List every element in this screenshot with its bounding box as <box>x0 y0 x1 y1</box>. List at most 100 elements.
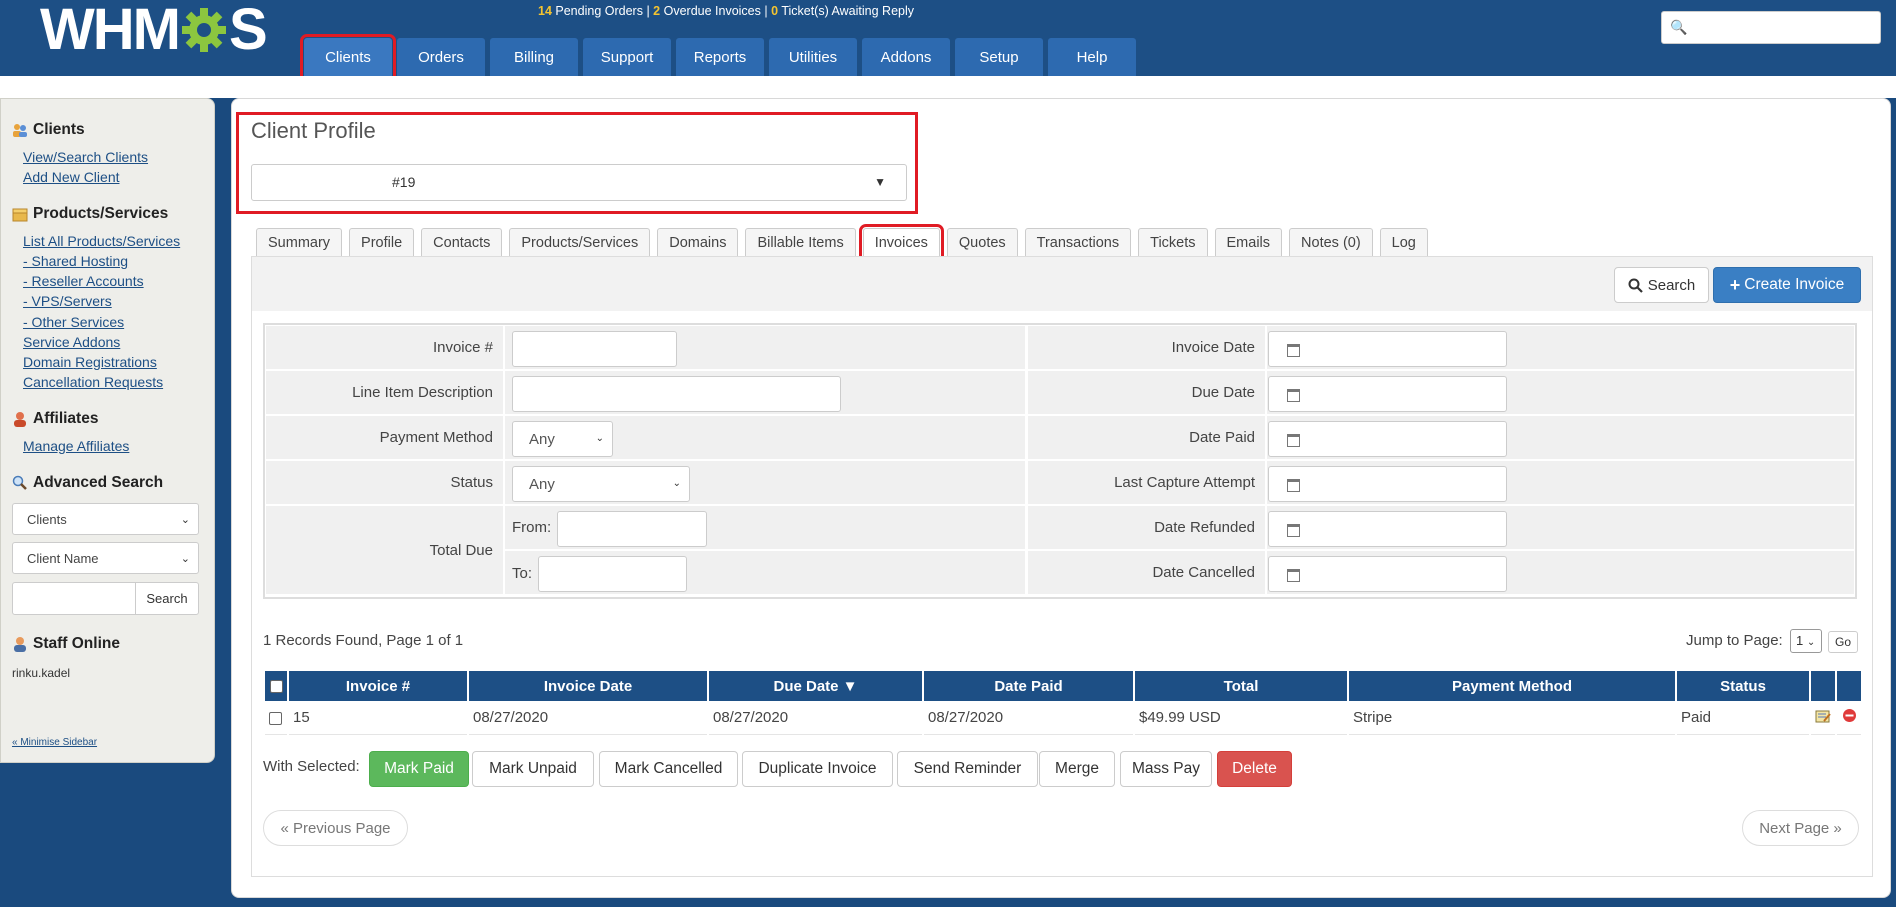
date-paid-input[interactable] <box>1268 421 1507 457</box>
line-item-input[interactable] <box>512 376 841 412</box>
date-paid-label: Date Paid <box>1028 416 1265 459</box>
sidebar-link-cancellation-requests[interactable]: Cancellation Requests <box>23 374 163 390</box>
advanced-search-input[interactable] <box>12 582 136 615</box>
edit-icon[interactable] <box>1815 709 1831 723</box>
last-capture-input[interactable] <box>1268 466 1507 502</box>
invoice-number-input[interactable] <box>512 331 677 367</box>
nav-reports[interactable]: Reports <box>676 38 764 76</box>
advanced-search-button[interactable]: Search <box>135 582 199 615</box>
row-checkbox[interactable] <box>269 711 282 725</box>
header-invoice-number[interactable]: Invoice # <box>289 671 467 701</box>
tickets-count[interactable]: 0 <box>771 4 778 18</box>
mass-pay-button[interactable]: Mass Pay <box>1120 751 1212 787</box>
next-page-button[interactable]: Next Page » <box>1742 810 1859 846</box>
header-date-paid[interactable]: Date Paid <box>924 671 1133 701</box>
nav-setup[interactable]: Setup <box>955 38 1043 76</box>
date-refunded-input[interactable] <box>1268 511 1507 547</box>
nav-clients[interactable]: Clients <box>300 34 396 80</box>
nav-support[interactable]: Support <box>583 38 671 76</box>
sidebar-heading-clients: Clients <box>11 121 85 139</box>
jump-page-select[interactable]: 1 ⌄ <box>1790 629 1822 653</box>
date-cancelled-input[interactable] <box>1268 556 1507 592</box>
select-all-checkbox[interactable] <box>269 680 283 694</box>
last-capture-label: Last Capture Attempt <box>1028 461 1265 504</box>
advanced-search-heading-text: Advanced Search <box>33 474 164 491</box>
send-reminder-button[interactable]: Send Reminder <box>897 751 1038 787</box>
advanced-search-type-select[interactable]: Clients ⌄ <box>12 503 199 535</box>
products-heading-text: Products/Services <box>33 205 169 222</box>
sidebar-link-vps-servers[interactable]: - VPS/Servers <box>23 293 112 309</box>
sidebar-link-all-products[interactable]: List All Products/Services <box>23 233 180 249</box>
tab-tickets[interactable]: Tickets <box>1138 228 1208 256</box>
header-payment-method[interactable]: Payment Method <box>1349 671 1675 701</box>
global-search-input[interactable]: 🔍 <box>1661 11 1881 44</box>
header-status[interactable]: Status <box>1677 671 1809 701</box>
due-date-input[interactable] <box>1268 376 1507 412</box>
tab-transactions[interactable]: Transactions <box>1024 228 1132 256</box>
tab-billable-items[interactable]: Billable Items <box>745 228 856 256</box>
mark-cancelled-button[interactable]: Mark Cancelled <box>599 751 738 787</box>
chevron-down-icon: ⌄ <box>1806 637 1816 648</box>
separator: | <box>764 4 768 18</box>
invoice-date-input[interactable] <box>1268 331 1507 367</box>
overdue-invoices-count[interactable]: 2 <box>653 4 660 18</box>
table-row[interactable]: 15 08/27/2020 08/27/2020 08/27/2020 $49.… <box>265 701 1861 735</box>
sidebar-link-domain-registrations[interactable]: Domain Registrations <box>23 354 157 370</box>
tab-summary[interactable]: Summary <box>256 228 343 256</box>
advanced-search-field-select[interactable]: Client Name ⌄ <box>12 542 199 574</box>
plus-icon: + <box>1729 274 1741 295</box>
payment-method-select[interactable]: Any ⌄ <box>512 421 613 457</box>
merge-button[interactable]: Merge <box>1039 751 1115 787</box>
status-select[interactable]: Any ⌄ <box>512 466 690 502</box>
tab-notes[interactable]: Notes (0) <box>1289 228 1373 256</box>
tab-log[interactable]: Log <box>1379 228 1428 256</box>
calendar-icon <box>1287 389 1300 402</box>
cell-status: Paid <box>1677 701 1809 735</box>
tab-products-services[interactable]: Products/Services <box>509 228 651 256</box>
sidebar-heading-advanced-search: Advanced Search <box>11 474 163 492</box>
mark-unpaid-button[interactable]: Mark Unpaid <box>472 751 594 787</box>
sidebar-link-view-search-clients[interactable]: View/Search Clients <box>23 149 148 165</box>
tab-contacts[interactable]: Contacts <box>421 228 503 256</box>
minimise-sidebar-link[interactable]: « Minimise Sidebar <box>12 737 97 748</box>
total-due-to-input[interactable] <box>538 556 687 592</box>
client-tabs: Summary Profile Contacts Products/Servic… <box>256 224 1435 260</box>
nav-utilities[interactable]: Utilities <box>769 38 857 76</box>
tab-domains[interactable]: Domains <box>657 228 739 256</box>
sidebar: Clients View/Search Clients Add New Clie… <box>0 98 215 763</box>
header-invoice-date[interactable]: Invoice Date <box>469 671 707 701</box>
sidebar-link-add-new-client[interactable]: Add New Client <box>23 169 120 185</box>
pending-orders-link[interactable]: Pending Orders <box>555 4 643 18</box>
nav-addons[interactable]: Addons <box>862 38 950 76</box>
sidebar-link-service-addons[interactable]: Service Addons <box>23 334 120 350</box>
tab-invoices[interactable]: Invoices <box>858 224 944 260</box>
nav-help[interactable]: Help <box>1048 38 1136 76</box>
create-invoice-button[interactable]: + Create Invoice <box>1713 267 1861 303</box>
search-toggle-button[interactable]: Search <box>1614 267 1709 303</box>
nav-orders[interactable]: Orders <box>397 38 485 76</box>
delete-icon[interactable] <box>1842 708 1857 723</box>
invoices-table: Invoice # Invoice Date Due Date ▼ Date P… <box>263 671 1863 735</box>
previous-page-button[interactable]: « Previous Page <box>263 810 408 846</box>
sidebar-link-manage-affiliates[interactable]: Manage Affiliates <box>23 438 129 454</box>
logo-text-end: S <box>228 0 268 62</box>
cell-invoice-number[interactable]: 15 <box>289 701 467 735</box>
sidebar-link-reseller-accounts[interactable]: - Reseller Accounts <box>23 273 144 289</box>
tickets-awaiting-link[interactable]: Ticket(s) Awaiting Reply <box>781 4 914 18</box>
overdue-invoices-link[interactable]: Overdue Invoices <box>664 4 761 18</box>
sidebar-link-shared-hosting[interactable]: - Shared Hosting <box>23 253 128 269</box>
mark-paid-button[interactable]: Mark Paid <box>369 751 469 787</box>
whmcs-logo[interactable]: WHM S <box>40 0 268 62</box>
header-due-date[interactable]: Due Date ▼ <box>709 671 922 701</box>
header-total[interactable]: Total <box>1135 671 1347 701</box>
jump-go-button[interactable]: Go <box>1828 631 1858 653</box>
duplicate-invoice-button[interactable]: Duplicate Invoice <box>742 751 893 787</box>
tab-emails[interactable]: Emails <box>1214 228 1283 256</box>
total-due-from-input[interactable] <box>557 511 707 547</box>
pending-orders-count[interactable]: 14 <box>538 4 552 18</box>
delete-button[interactable]: Delete <box>1217 751 1292 787</box>
tab-quotes[interactable]: Quotes <box>946 228 1018 256</box>
sidebar-link-other-services[interactable]: - Other Services <box>23 314 124 330</box>
nav-billing[interactable]: Billing <box>490 38 578 76</box>
tab-profile[interactable]: Profile <box>349 228 415 256</box>
